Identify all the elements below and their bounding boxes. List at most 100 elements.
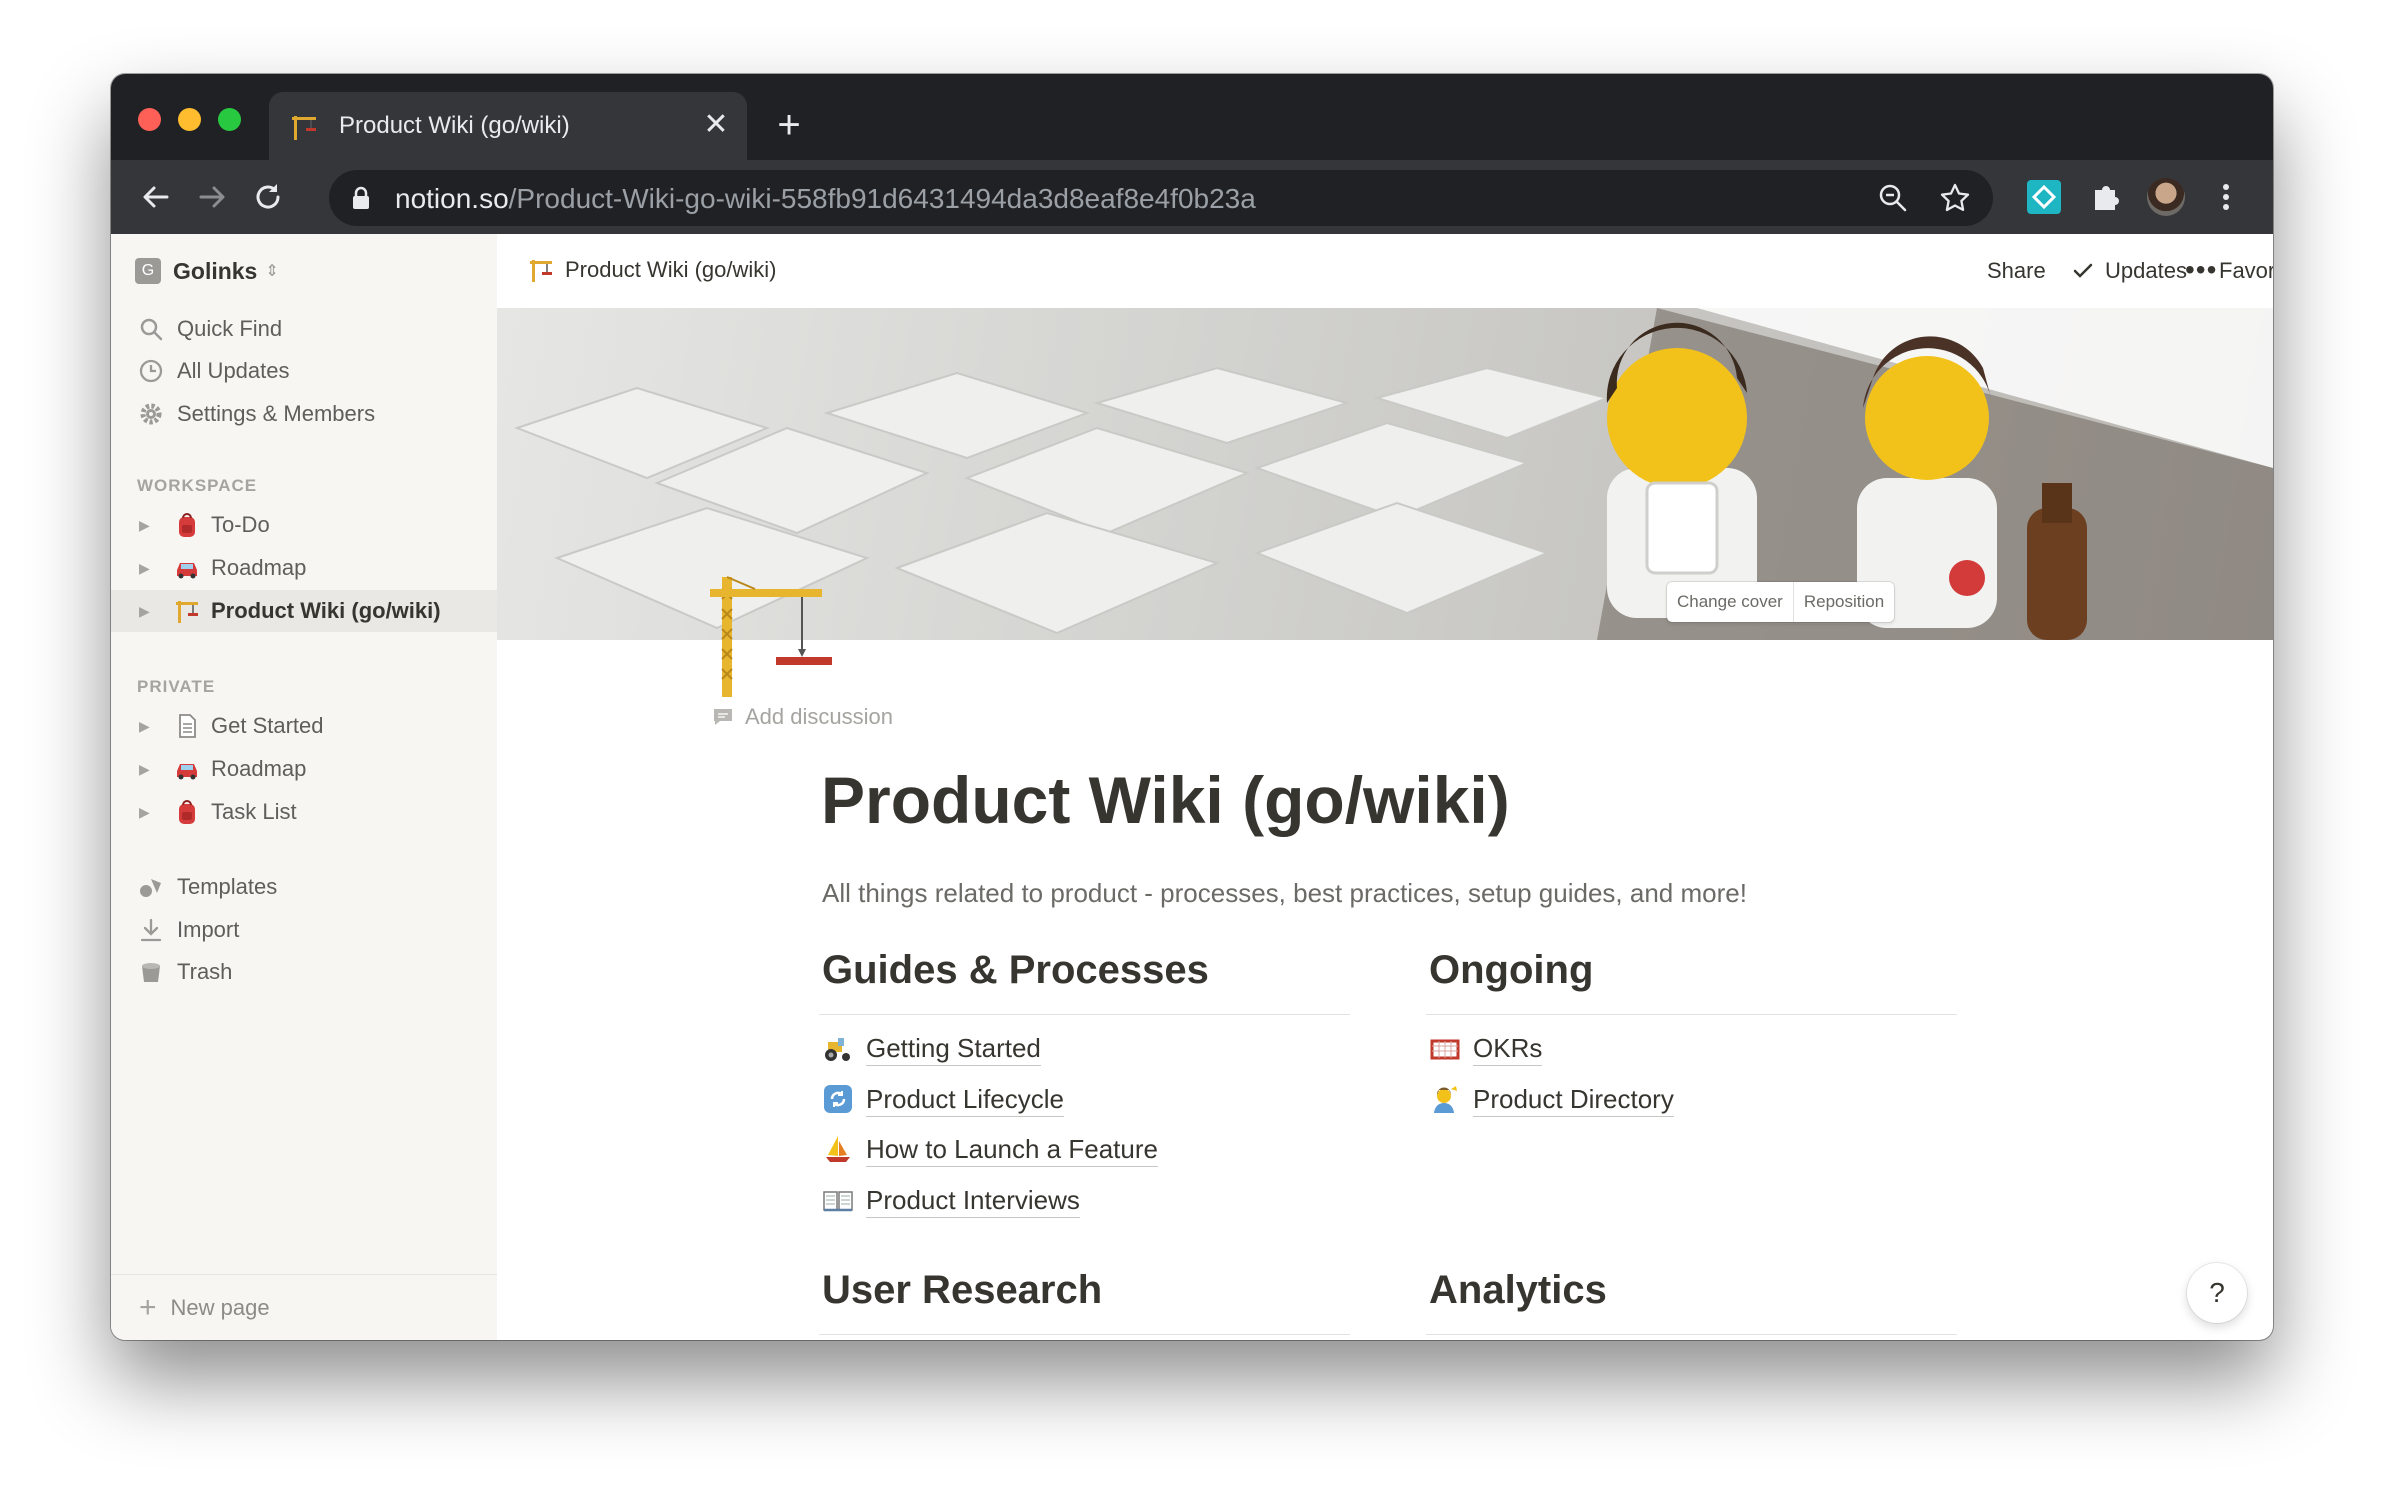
crane-icon[interactable] [710,569,842,701]
updates-button[interactable]: Updates [2071,258,2187,284]
cover-controls: Change cover Reposition [1667,582,1895,622]
link-label: Product Lifecycle [866,1082,1064,1117]
new-page-button[interactable]: + New page [111,1274,497,1340]
sidebar-item-label: Roadmap [211,555,307,580]
reload-icon[interactable] [249,178,287,216]
sidebar-import[interactable]: Import [111,909,497,951]
page-topbar: Product Wiki (go/wiki) Share Updates Fav… [497,234,2273,308]
sidebar-item-label: Product Wiki (go/wiki) [211,598,441,623]
book-icon [823,1191,853,1212]
golinks-extension-icon[interactable] [2025,178,2063,216]
page-title[interactable]: Product Wiki (go/wiki) [821,762,1510,838]
minimize-window-button[interactable] [178,108,201,131]
workspace-switcher[interactable]: G Golinks ⇕ [135,254,279,288]
back-icon[interactable] [137,178,175,216]
workspace-name: Golinks [173,257,258,284]
url-path: /Product-Wiki-go-wiki-558fb91d6431494da3… [508,183,1256,214]
expand-triangle-icon[interactable]: ▶ [139,718,153,735]
sidebar-all-updates[interactable]: All Updates [111,350,497,392]
reposition-button[interactable]: Reposition [1792,582,1894,622]
backpack-icon [179,513,195,537]
more-options-icon[interactable]: ••• [2185,254,2217,286]
sidebar-item-todo[interactable]: ▶ To-Do [111,504,497,546]
sidebar-trash[interactable]: Trash [111,951,497,993]
expand-triangle-icon[interactable]: ▶ [139,517,153,534]
car-icon [177,563,197,579]
sidebar-item-task-list[interactable]: ▶ Task List [111,791,497,833]
maximize-window-button[interactable] [218,108,241,131]
breadcrumb[interactable]: Product Wiki (go/wiki) [527,256,776,284]
heading-guides-processes[interactable]: Guides & Processes [822,948,1209,993]
sidebar-item-label: Templates [177,874,278,899]
link-label: How to Launch a Feature [866,1132,1158,1167]
cycle-icon [824,1085,852,1113]
workspace-section-label: WORKSPACE [137,476,258,495]
sidebar-templates[interactable]: Templates [111,866,497,908]
sidebar-item-private-roadmap[interactable]: ▶ Roadmap [111,748,497,790]
tab-strip: Product Wiki (go/wiki) ✕ + [111,74,2273,160]
check-icon [2073,263,2093,278]
heading-divider [1426,1334,1957,1335]
expand-triangle-icon[interactable]: ▶ [139,804,153,821]
tab-title: Product Wiki (go/wiki) [339,112,570,139]
sidebar-settings-members[interactable]: Settings & Members [111,393,497,435]
person-icon [1434,1086,1457,1113]
tractor-icon [825,1038,850,1061]
close-tab-icon[interactable]: ✕ [701,110,731,140]
templates-icon [140,879,161,897]
url-host: notion.so [395,183,509,214]
link-label: OKRs [1473,1031,1543,1066]
heading-analytics[interactable]: Analytics [1429,1268,1607,1313]
plus-icon: + [139,1290,157,1324]
sidebar-item-product-wiki[interactable]: ▶ Product Wiki (go/wiki) [111,590,497,632]
profile-avatar[interactable] [2147,178,2185,216]
heading-user-research[interactable]: User Research [822,1268,1102,1313]
link-product-directory[interactable]: Product Directory [1429,1077,1674,1121]
expand-triangle-icon[interactable]: ▶ [139,603,153,620]
favorite-button[interactable]: Favorite [2219,258,2273,284]
link-okrs[interactable]: OKRs [1429,1026,1543,1070]
heading-divider [1426,1014,1957,1015]
sailboat-icon [826,1136,850,1162]
add-discussion-button[interactable]: Add discussion [711,704,893,730]
heading-ongoing[interactable]: Ongoing [1429,948,1593,993]
address-bar[interactable]: notion.so/Product-Wiki-go-wiki-558fb91d6… [329,170,1993,226]
lock-icon [353,186,369,209]
add-discussion-label: Add discussion [745,704,893,729]
bookmark-star-icon[interactable] [1939,182,1971,214]
expand-triangle-icon[interactable]: ▶ [139,761,153,778]
more-menu-icon[interactable] [2207,178,2245,216]
sidebar-quick-find[interactable]: Quick Find [111,308,497,350]
page-description[interactable]: All things related to product - processe… [822,878,1747,909]
sidebar-item-label: Import [177,917,240,942]
private-section-label: PRIVATE [137,677,216,696]
sidebar-item-label: All Updates [177,358,290,383]
zoom-icon[interactable] [1877,182,1909,214]
workspace-badge: G [135,258,161,284]
comment-icon [714,709,732,725]
expand-triangle-icon[interactable]: ▶ [139,560,153,577]
clock-icon [139,359,163,383]
extensions-puzzle-icon[interactable] [2087,178,2125,216]
link-product-lifecycle[interactable]: Product Lifecycle [822,1077,1064,1121]
browser-tab[interactable]: Product Wiki (go/wiki) ✕ [269,92,747,160]
search-icon [140,318,163,341]
sidebar: G Golinks ⇕ Quick Find All Updates Setti… [111,234,497,1340]
browser-window: Product Wiki (go/wiki) ✕ + notion.so/Pro… [111,74,2273,1340]
sidebar-item-roadmap[interactable]: ▶ Roadmap [111,547,497,589]
link-product-interviews[interactable]: Product Interviews [822,1178,1080,1222]
share-button[interactable]: Share [1987,258,2046,284]
forward-icon[interactable] [193,178,231,216]
gear-icon [140,403,162,425]
crane-icon [530,260,552,282]
change-cover-button[interactable]: Change cover [1667,582,1793,622]
sidebar-item-label: Task List [211,799,297,824]
link-how-to-launch[interactable]: How to Launch a Feature [822,1127,1158,1171]
sidebar-item-label: Settings & Members [177,401,376,426]
new-tab-button[interactable]: + [771,105,807,145]
link-getting-started[interactable]: Getting Started [822,1026,1041,1070]
sidebar-item-get-started[interactable]: ▶ Get Started [111,705,497,747]
heading-divider [819,1334,1350,1335]
close-window-button[interactable] [138,108,161,131]
help-button[interactable]: ? [2187,1263,2247,1323]
